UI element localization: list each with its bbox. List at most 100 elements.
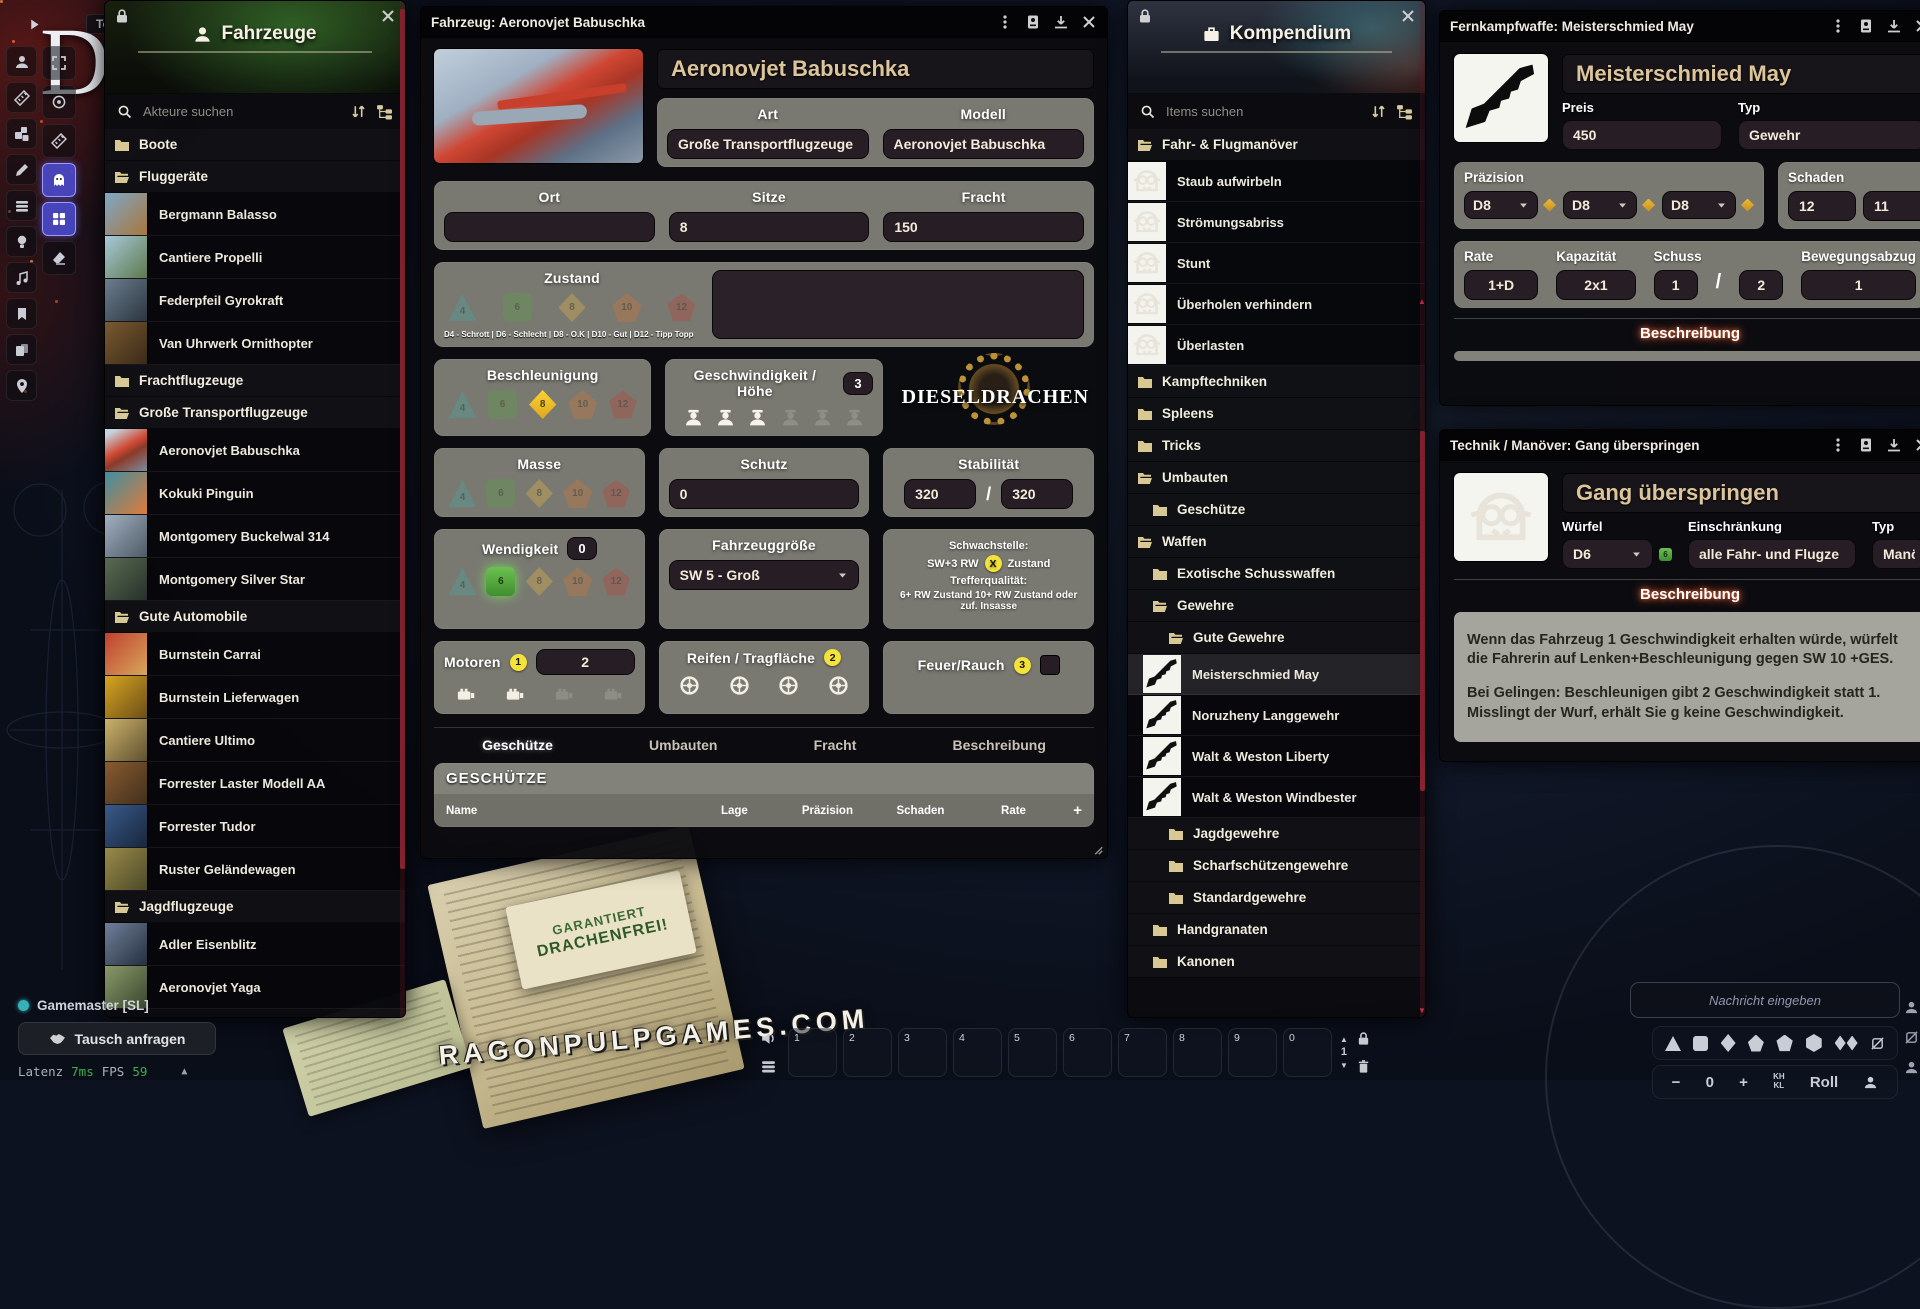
sheet-tab[interactable]: Fracht [814,737,857,753]
schuss-input[interactable] [1654,270,1698,300]
directory-row[interactable]: Boote [105,129,405,161]
die-icon[interactable]: 10 [612,293,641,322]
directory-row[interactable]: Handgranaten [1128,914,1425,946]
typ-input[interactable] [1738,120,1920,150]
sitze-input[interactable] [669,212,870,242]
technik-sheet-titlebar[interactable]: Technik / Manöver: Gang überspringen [1440,430,1920,461]
directory-row[interactable]: Fahr- & Flugmanöver [1128,129,1425,161]
sheet-tab[interactable]: Umbauten [649,737,717,753]
die-icon[interactable]: 10 [563,479,592,508]
chat-input[interactable] [1631,992,1899,1009]
increase-button[interactable]: + [1739,1074,1748,1091]
beschreibung-tab[interactable]: Beschreibung [1454,325,1920,342]
toolbar-sound-controls[interactable] [6,262,37,293]
die-icon[interactable]: 6 [486,479,515,508]
rate-input[interactable] [1464,270,1538,300]
journal-icon[interactable] [1858,18,1874,34]
hotbar-slot[interactable]: 8 [1173,1028,1222,1077]
die-icon[interactable]: 4 [448,567,477,596]
subtool-target[interactable] [42,85,76,119]
toolbar-drawing-controls[interactable] [6,154,37,185]
download-icon[interactable] [1053,14,1069,30]
schaden-input[interactable] [1863,191,1920,221]
modell-input[interactable] [883,129,1085,159]
weapon-name[interactable]: Meisterschmied May [1562,54,1920,94]
die-icon[interactable]: 12 [608,390,637,419]
stabilitaet-max-input[interactable] [1001,479,1073,509]
directory-row[interactable]: Tricks [1128,430,1425,462]
die-icon[interactable]: 6 [488,390,517,419]
toolbar-region-controls[interactable] [6,370,37,401]
close-icon[interactable] [1914,18,1920,34]
beschreibung-tab[interactable]: Beschreibung [1454,586,1920,603]
directory-row[interactable]: Adler Eisenblitz [105,923,405,966]
engine-icon[interactable] [454,684,478,704]
user-icon[interactable] [1904,1060,1919,1075]
subtool-ghost[interactable] [42,163,76,197]
preis-input[interactable] [1562,120,1722,150]
geschwindigkeit-value[interactable]: 3 [843,372,872,395]
die-icon[interactable]: 4 [448,479,477,508]
die-icon[interactable]: 6 [486,567,515,596]
subtool-eraser[interactable] [42,241,76,275]
directory-row[interactable]: Aeronovjet Babuschka [105,429,405,472]
directory-row[interactable]: Ruster Geländewagen [105,848,405,891]
directory-row[interactable]: Van Uhrwerk Ornithopter [105,322,405,365]
toolbar-dice-controls[interactable] [6,118,37,149]
vehicle-name[interactable]: Aeronovjet Babuschka [657,49,1094,89]
wheel-icon[interactable] [679,675,700,696]
subtool-select-all[interactable] [42,46,76,80]
directory-row[interactable]: Forrester Laster Modell AA [105,762,405,805]
decrease-button[interactable]: − [1672,1074,1681,1091]
toolbar-wall-controls[interactable] [6,190,37,221]
hotbar-slot[interactable]: 3 [898,1028,947,1077]
roll-mode-icon[interactable] [1904,1030,1919,1045]
directory-row[interactable]: Montgomery Buckelwal 314 [105,515,405,558]
journal-icon[interactable] [1858,437,1874,453]
directory-row[interactable]: Gewehre [1128,590,1425,622]
directory-row[interactable]: Burnstein Lieferwagen [105,676,405,719]
motoren-input[interactable] [536,649,635,675]
close-icon[interactable] [1914,437,1920,453]
directory-row[interactable]: Jagdgewehre [1128,818,1425,850]
collapse-arrow-icon[interactable]: ▲ [181,1066,187,1077]
directory-row[interactable]: Meisterschmied May [1128,654,1425,695]
die-icon[interactable]: 4 [448,390,477,419]
directory-row[interactable]: Bergmann Balasso [105,193,405,236]
lock-icon[interactable] [1137,8,1153,24]
directory-row[interactable]: Fluggeräte [105,161,405,193]
lock-icon[interactable] [114,8,130,24]
lock-icon[interactable] [1356,1031,1371,1046]
directory-row[interactable]: Kanonen [1128,946,1425,978]
directory-row[interactable]: Gute Gewehre [1128,622,1425,654]
sort-icon[interactable] [350,103,367,120]
create-folder-icon[interactable] [1396,103,1413,120]
directory-row[interactable]: Jagdflugzeuge [105,891,405,923]
captain-pip-icon[interactable] [715,407,736,428]
toolbar-note-controls[interactable] [6,298,37,329]
die-icon[interactable]: 8 [525,479,554,508]
engine-icon[interactable] [601,684,625,704]
actor-search-input[interactable] [141,103,341,120]
directory-row[interactable]: Frachtflugzeuge [105,365,405,397]
subtool-grid[interactable] [42,202,76,236]
directory-row[interactable]: Cantiere Ultimo [105,719,405,762]
weapon-sheet-titlebar[interactable]: Fernkampfwaffe: Meisterschmied May [1440,11,1920,42]
d20-die-button[interactable] [1805,1034,1822,1052]
directory-row[interactable]: Große Transportflugzeuge [105,397,405,429]
keep-high-low-toggle[interactable]: KH KL [1773,1073,1785,1091]
add-geschuetz-button[interactable]: + [1060,802,1082,819]
close-icon[interactable] [1081,14,1097,30]
die-icon[interactable]: 8 [528,390,557,419]
directory-row[interactable]: Exotische Schusswaffen [1128,558,1425,590]
ort-input[interactable] [444,212,655,242]
page-down-icon[interactable]: ▼ [1340,1060,1348,1071]
captain-pip-icon[interactable] [844,407,865,428]
toolbar-token-controls[interactable] [6,46,37,77]
directory-row[interactable]: Federpfeil Gyrokraft [105,279,405,322]
hotbar-slot[interactable]: 2 [843,1028,892,1077]
hotbar-page-control[interactable]: ▲ 1 ▼ [1338,1028,1350,1077]
die-select[interactable]: D8 [1662,191,1736,219]
subtool-ruler[interactable] [42,124,76,158]
kebab-menu-icon[interactable] [1830,18,1846,34]
